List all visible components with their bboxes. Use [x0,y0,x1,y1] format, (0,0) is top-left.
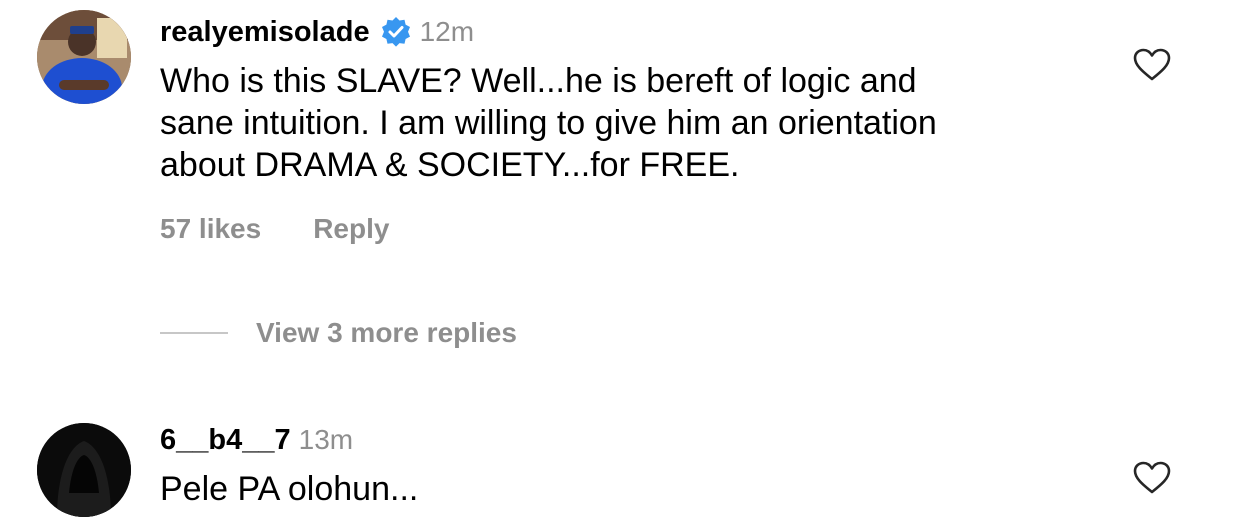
timestamp: 12m [419,16,475,47]
comment-header: 6__b4__7 13m [160,420,353,460]
comment-header: realyemisolade 12m [160,12,474,52]
comment-text: Who is this SLAVE? Well...he is bereft o… [160,60,1080,186]
avatar[interactable] [37,423,131,517]
verified-badge-icon [380,16,412,48]
username[interactable]: realyemisolade [160,16,370,49]
likes-count[interactable]: 57 likes [160,213,261,245]
divider [160,332,228,334]
comment-item: realyemisolade 12m Who is this SLAVE? We… [0,0,1242,400]
like-heart-icon[interactable] [1133,48,1171,82]
reply-button[interactable]: Reply [313,213,389,245]
timestamp: 13m [298,424,354,455]
hooded-figure-icon [37,423,131,517]
comment-text-line: about DRAMA & SOCIETY...for FREE. [160,146,740,184]
avatar[interactable] [37,10,131,104]
comment-text-line: sane intuition. I am willing to give him… [160,104,937,142]
like-heart-icon[interactable] [1133,461,1171,495]
comment-text-line: Who is this SLAVE? Well...he is bereft o… [160,62,917,100]
comments-page: realyemisolade 12m Who is this SLAVE? We… [0,0,1242,530]
view-more-replies-button[interactable]: View 3 more replies [160,313,517,353]
view-more-replies-label: View 3 more replies [256,317,517,348]
comment-actions: 57 likes Reply [160,209,389,249]
comment-text: Pele PA olohun... [160,470,419,508]
profile-photo-icon [37,10,131,104]
username[interactable]: 6__b4__7 [160,424,291,457]
